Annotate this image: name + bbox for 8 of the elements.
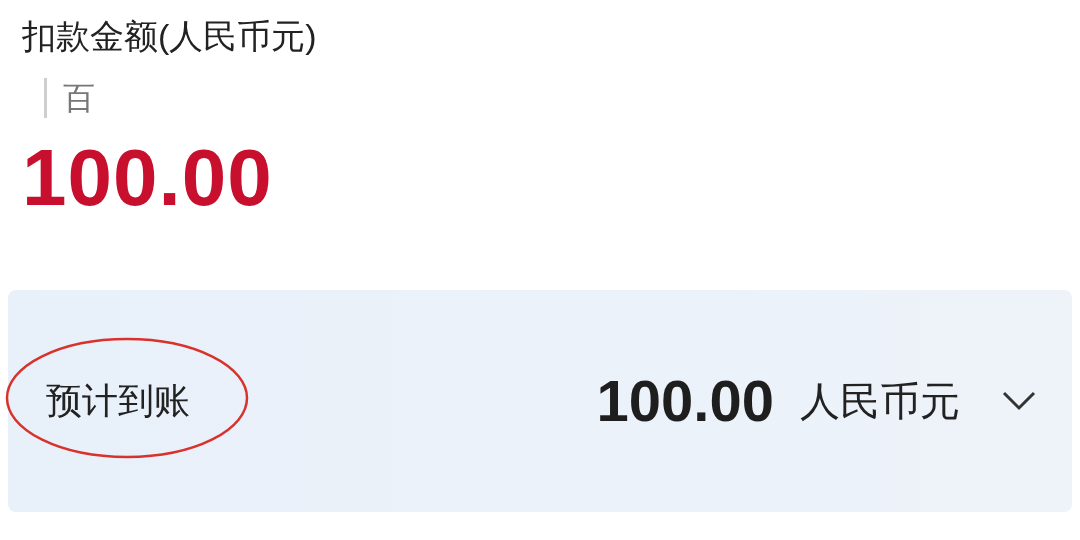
arrival-amount: 100.00 [596, 368, 774, 434]
amount-value[interactable]: 100.00 [22, 132, 273, 224]
amount-label: 扣款金额(人民币元) [22, 16, 317, 57]
currency-selector[interactable]: 人民币元 [800, 377, 960, 425]
arrival-label: 预计到账 [46, 379, 190, 423]
chevron-down-icon[interactable] [1002, 391, 1036, 411]
text-cursor [44, 78, 47, 118]
unit-hint: 百 [63, 79, 95, 118]
